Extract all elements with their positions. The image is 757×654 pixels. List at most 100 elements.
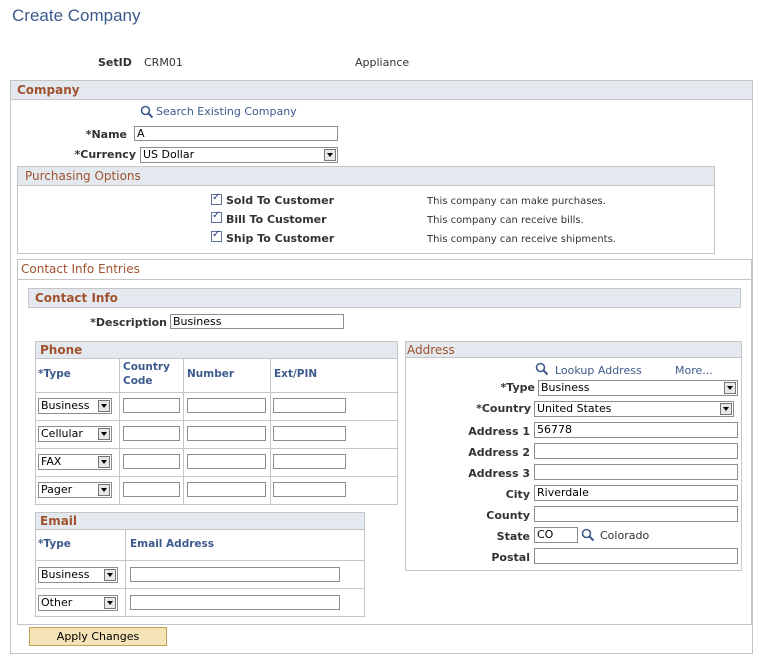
country-select[interactable]: United States	[534, 401, 734, 417]
address3-field[interactable]	[534, 464, 738, 480]
phone-col-number: Number	[187, 368, 235, 380]
divider	[36, 560, 364, 561]
divider	[36, 392, 397, 393]
city-field[interactable]: Riverdale	[534, 485, 738, 501]
ship-to-customer-label: Ship To Customer	[226, 232, 335, 245]
phone-number-field[interactable]	[187, 426, 266, 441]
search-icon[interactable]	[581, 528, 595, 542]
email-col-type: *Type	[38, 538, 71, 550]
setid-value: CRM01	[144, 56, 183, 69]
email-type-value: Business	[41, 568, 90, 581]
name-field[interactable]: A	[134, 126, 338, 141]
phone-number-field[interactable]	[187, 482, 266, 497]
search-icon[interactable]	[535, 362, 549, 376]
ext-pin-field[interactable]	[273, 426, 346, 441]
search-icon[interactable]	[140, 105, 154, 119]
email-header: Email	[40, 514, 78, 528]
ext-pin-field[interactable]	[273, 454, 346, 469]
divider	[36, 448, 397, 449]
purchasing-header-bar: Purchasing Options	[18, 167, 714, 186]
currency-select[interactable]: US Dollar	[140, 147, 338, 163]
currency-value: US Dollar	[143, 148, 195, 161]
divider	[36, 420, 397, 421]
address2-field[interactable]	[534, 443, 738, 459]
divider	[36, 529, 364, 530]
phone-col-ext: Ext/PIN	[274, 368, 318, 380]
phone-type-value: Business	[41, 399, 90, 412]
country-code-field[interactable]	[123, 398, 180, 413]
ext-pin-field[interactable]	[273, 482, 346, 497]
description-label: *Description	[90, 316, 167, 329]
chevron-down-icon[interactable]	[720, 403, 732, 415]
address-type-select[interactable]: Business	[538, 380, 738, 396]
lookup-address-link[interactable]: Lookup Address	[555, 364, 642, 377]
country-code-field[interactable]	[123, 482, 180, 497]
chevron-down-icon[interactable]	[98, 400, 110, 412]
email-address-field[interactable]	[130, 595, 340, 610]
address3-label: Address 3	[468, 467, 530, 480]
contact-info-header-bar: Contact Info	[28, 288, 741, 308]
purchasing-header: Purchasing Options	[25, 169, 141, 183]
more-link[interactable]: More...	[675, 364, 713, 377]
contact-info-header: Contact Info	[35, 291, 118, 305]
phone-number-field[interactable]	[187, 454, 266, 469]
county-label: County	[486, 509, 530, 522]
apply-changes-button[interactable]: Apply Changes	[29, 627, 167, 646]
email-col-address: Email Address	[130, 538, 215, 550]
ship-to-customer-desc: This company can receive shipments.	[427, 234, 616, 245]
country-code-field[interactable]	[123, 454, 180, 469]
phone-header-bar: Phone	[36, 342, 397, 358]
phone-col-country-1: Country	[123, 361, 170, 373]
divider	[125, 529, 126, 616]
phone-type-select[interactable]: Business	[38, 398, 112, 414]
country-label: *Country	[476, 402, 531, 415]
email-type-value: Other	[41, 596, 73, 609]
chevron-down-icon[interactable]	[724, 382, 736, 394]
phone-type-select[interactable]: Cellular	[38, 426, 112, 442]
phone-type-value: Cellular	[41, 427, 83, 440]
currency-label: *Currency	[74, 148, 137, 161]
company-header: Company	[17, 83, 80, 97]
phone-header: Phone	[40, 343, 83, 357]
bill-to-customer-checkbox[interactable]	[211, 210, 222, 223]
divider	[36, 588, 364, 589]
email-address-field[interactable]	[130, 567, 340, 582]
state-field[interactable]: CO	[534, 527, 578, 543]
chevron-down-icon[interactable]	[324, 149, 336, 161]
ext-pin-field[interactable]	[273, 398, 346, 413]
country-code-field[interactable]	[123, 426, 180, 441]
chevron-down-icon[interactable]	[98, 484, 110, 496]
contact-entries-header: Contact Info Entries	[21, 262, 140, 276]
county-field[interactable]	[534, 506, 738, 522]
divider	[183, 358, 184, 504]
email-type-select[interactable]: Business	[38, 567, 118, 583]
page-title: Create Company	[12, 6, 141, 25]
phone-type-select[interactable]: Pager	[38, 482, 112, 498]
phone-type-select[interactable]: FAX	[38, 454, 112, 470]
setid-label: SetID	[98, 56, 132, 69]
city-label: City	[505, 488, 530, 501]
phone-number-field[interactable]	[187, 398, 266, 413]
divider	[119, 358, 120, 504]
chevron-down-icon[interactable]	[98, 428, 110, 440]
address-type-label: *Type	[500, 381, 535, 394]
divider	[270, 358, 271, 504]
phone-grid	[35, 341, 398, 505]
phone-col-country-2: Code	[123, 375, 153, 387]
ship-to-customer-checkbox[interactable]	[211, 229, 222, 242]
bill-to-customer-desc: This company can receive bills.	[427, 215, 584, 226]
phone-type-value: Pager	[41, 483, 73, 496]
chevron-down-icon[interactable]	[104, 569, 116, 581]
chevron-down-icon[interactable]	[98, 456, 110, 468]
address-header: Address	[407, 343, 455, 357]
sold-to-customer-checkbox[interactable]	[211, 192, 222, 205]
description-field[interactable]: Business	[170, 314, 344, 329]
search-existing-company-link[interactable]: Search Existing Company	[156, 105, 297, 118]
country-value: United States	[537, 402, 612, 415]
email-type-select[interactable]: Other	[38, 595, 118, 611]
sold-to-customer-desc: This company can make purchases.	[427, 196, 606, 207]
sold-to-customer-label: Sold To Customer	[226, 194, 334, 207]
address1-field[interactable]: 56778	[534, 422, 738, 438]
chevron-down-icon[interactable]	[104, 597, 116, 609]
postal-field[interactable]	[534, 548, 738, 564]
